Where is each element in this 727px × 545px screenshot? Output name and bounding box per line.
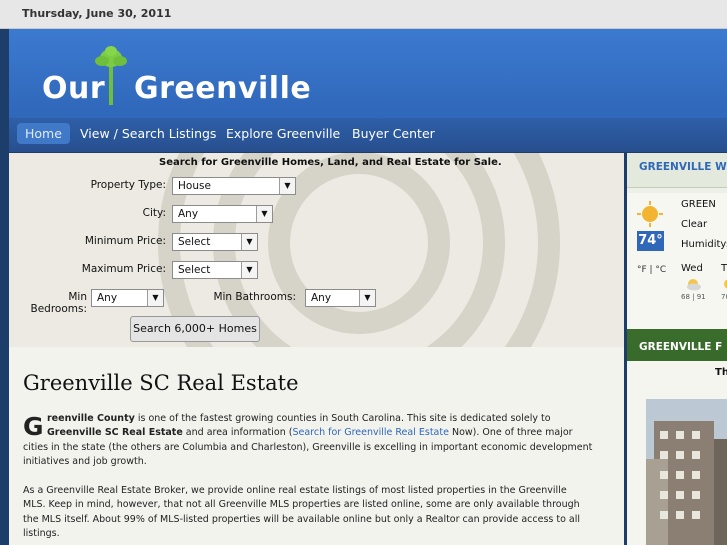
weather-condition: Clear [681, 219, 708, 230]
sun-icon [637, 201, 663, 227]
search-real-estate-link[interactable]: Search for Greenville Real Estate [292, 427, 448, 438]
min-bathrooms-select[interactable]: Any ▼ [305, 289, 376, 307]
chevron-down-icon: ▼ [359, 290, 375, 306]
intro-line-4: initiatives and job growth. [23, 456, 147, 467]
property-type-select[interactable]: House ▼ [172, 177, 296, 195]
chevron-down-icon: ▼ [241, 234, 257, 250]
feature-heading: GREENVILLE F [639, 341, 723, 353]
property-type-label: Property Type: [90, 179, 166, 191]
min-bathrooms-value: Any [311, 292, 332, 304]
chevron-down-icon: ▼ [256, 206, 272, 222]
intro-text: is one of the fastest growing counties i… [134, 413, 551, 424]
broker-line-2: MLS. Keep in mind, however, that not all… [23, 499, 580, 510]
city-value: Any [178, 208, 199, 220]
nav-view-search-listings[interactable]: View / Search Listings [80, 126, 216, 141]
unit-toggle[interactable]: °F | °C [637, 265, 666, 275]
drop-cap: G [23, 412, 44, 441]
partly-cloudy-icon [724, 279, 727, 289]
broker-line-1: As a Greenville Real Estate Broker, we p… [23, 485, 567, 496]
forecast-day-1: Wed [681, 263, 703, 274]
chevron-down-icon: ▼ [241, 262, 257, 278]
max-price-select[interactable]: Select ▼ [172, 261, 258, 279]
forecast-day-2: T [721, 263, 727, 274]
site-header: Our Greenville [9, 29, 727, 118]
min-bedrooms-label: Min Bedrooms: [30, 291, 88, 315]
bold-real-estate: Greenville SC Real Estate [47, 427, 183, 438]
city-label: City: [142, 207, 166, 219]
min-price-select[interactable]: Select ▼ [172, 233, 258, 251]
chevron-down-icon: ▼ [147, 290, 163, 306]
intro-line-2: Greenville SC Real Estate and area infor… [47, 426, 573, 441]
feature-subheading: Th [715, 367, 727, 378]
search-title: Search for Greenville Homes, Land, and R… [159, 157, 502, 168]
max-price-label: Maximum Price: [81, 263, 166, 275]
weather-city: GREEN [681, 199, 716, 210]
palmetto-logo-icon [95, 46, 127, 105]
broker-line-4: listings. [23, 528, 60, 539]
partly-cloudy-icon [687, 279, 701, 291]
city-select[interactable]: Any ▼ [172, 205, 273, 223]
forecast-day-1-temps: 68 | 91 [681, 293, 706, 301]
main-nav: Home View / Search Listings Explore Gree… [9, 118, 727, 152]
nav-home[interactable]: Home [17, 123, 70, 144]
min-bedrooms-select[interactable]: Any ▼ [91, 289, 164, 307]
weather-humidity: Humidity: [681, 239, 727, 250]
max-price-value: Select [178, 264, 211, 276]
forecast-day-2-temps: 70 [721, 293, 727, 301]
feature-section: GREENVILLE F Th [627, 329, 727, 545]
broker-line-3: the MLS itself. About 99% of MLS-listed … [23, 514, 581, 525]
min-bedrooms-value: Any [97, 292, 118, 304]
nav-buyer-center[interactable]: Buyer Center [352, 126, 435, 141]
main-content: Search for Greenville Homes, Land, and R… [9, 153, 624, 545]
current-date: Thursday, June 30, 2011 [22, 7, 172, 20]
min-bathrooms-label: Min Bathrooms: [213, 291, 296, 303]
min-price-value: Select [178, 236, 211, 248]
page-title: Greenville SC Real Estate [23, 371, 299, 395]
nav-explore-greenville[interactable]: Explore Greenville [226, 126, 340, 141]
search-homes-button[interactable]: Search 6,000+ Homes [130, 316, 260, 342]
logo-word-greenville[interactable]: Greenville [134, 71, 311, 106]
bold-county: reenville County [47, 413, 135, 424]
chevron-down-icon: ▼ [279, 178, 295, 194]
building-photo[interactable] [646, 399, 727, 545]
min-price-label: Minimum Price: [84, 235, 166, 247]
search-form: Search for Greenville Homes, Land, and R… [9, 153, 624, 347]
intro-line-3: cities in the state (the others are Colu… [23, 442, 593, 453]
feature-panel: Th [627, 361, 727, 545]
sidebar: GREENVILLE W 74° GREEN Clear Humidity: °… [627, 153, 727, 545]
intro-text: and area information ( [182, 427, 293, 438]
weather-header: GREENVILLE W [627, 153, 727, 188]
intro-text: Now). One of three major [448, 427, 573, 438]
current-temperature: 74° [637, 231, 664, 251]
date-bar: Thursday, June 30, 2011 [0, 0, 727, 29]
intro-line-1: reenville County is one of the fastest g… [47, 412, 551, 427]
property-type-value: House [178, 180, 211, 192]
weather-heading: GREENVILLE W [639, 161, 727, 173]
